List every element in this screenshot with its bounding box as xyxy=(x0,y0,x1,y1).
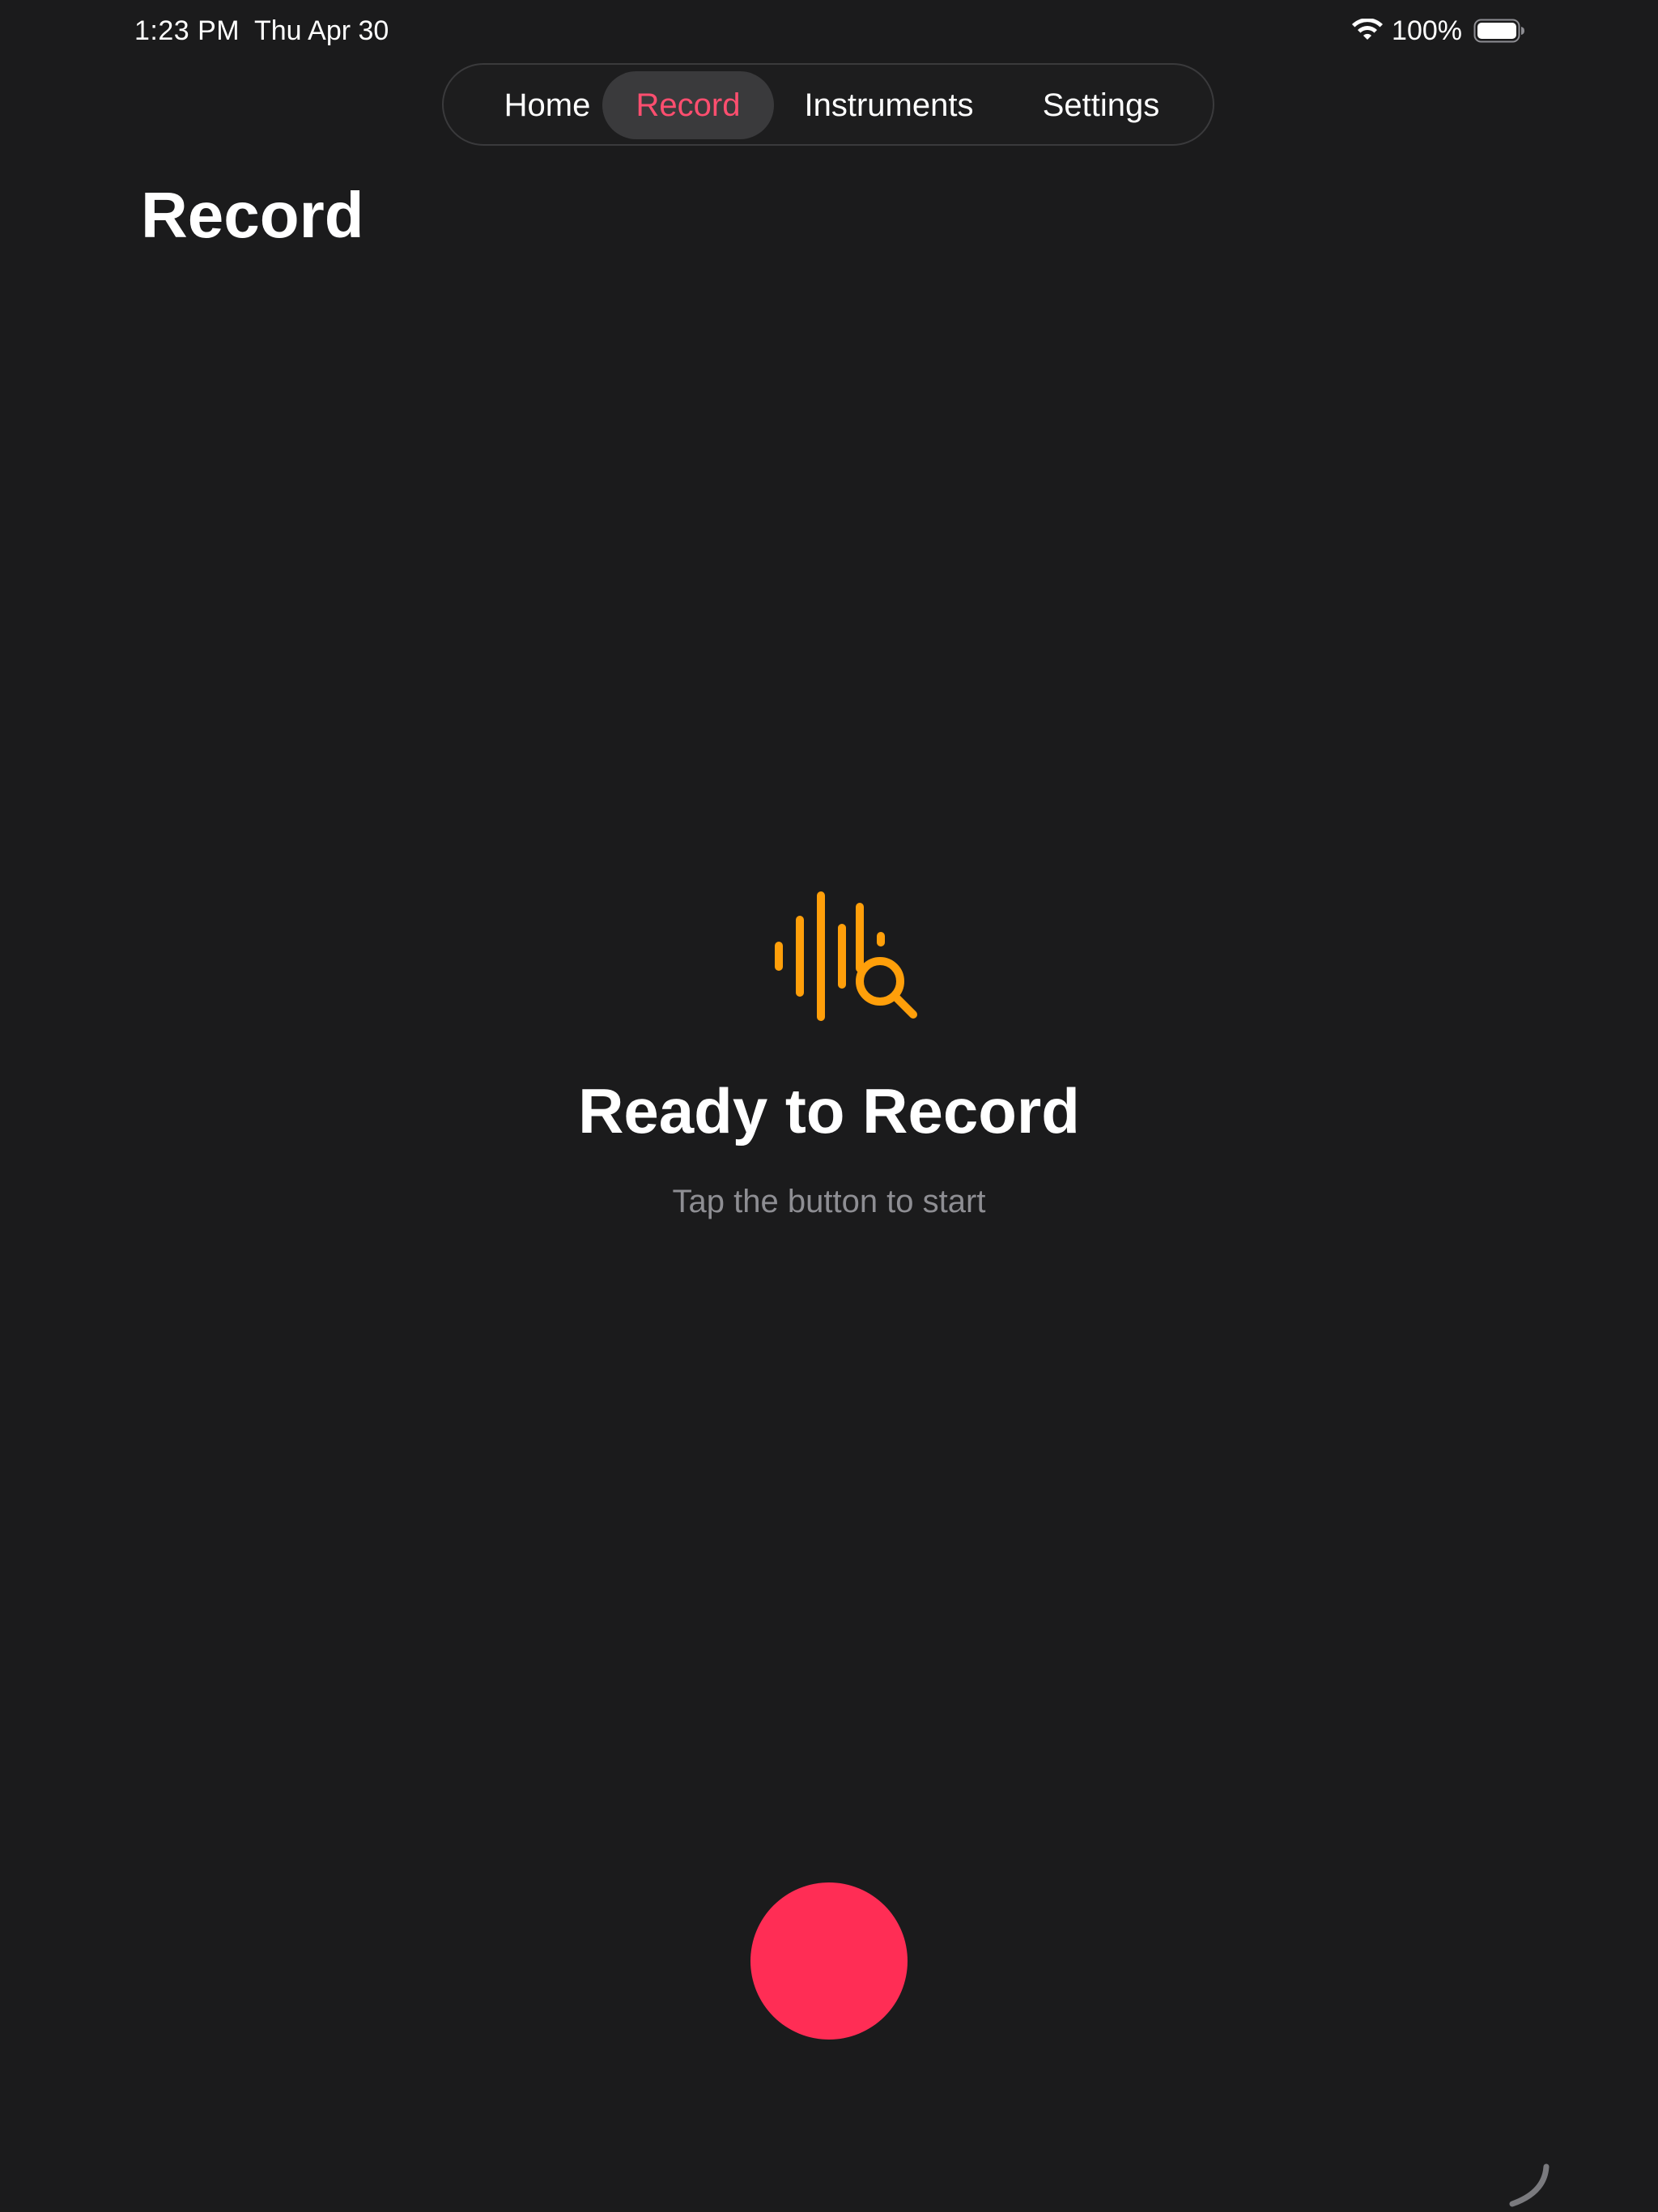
tab-record[interactable]: Record xyxy=(602,71,774,139)
resize-corner-icon xyxy=(1509,2163,1550,2207)
status-time: 1:23 PM xyxy=(134,15,240,46)
battery-icon xyxy=(1473,19,1524,43)
empty-state-title: Ready to Record xyxy=(578,1075,1080,1146)
record-button[interactable] xyxy=(750,1882,908,2040)
empty-state-subtitle: Tap the button to start xyxy=(672,1184,986,1219)
tab-settings[interactable]: Settings xyxy=(1005,71,1197,139)
page-title: Record xyxy=(141,179,364,251)
wifi-icon xyxy=(1352,19,1384,40)
status-right-group: 100% xyxy=(1351,13,1525,49)
battery-percentage: 100% xyxy=(1392,15,1462,46)
status-date: Thu Apr 30 xyxy=(254,15,389,46)
tab-bar: Home Record Instruments Settings xyxy=(442,63,1214,146)
waveform-magnifier-icon xyxy=(775,891,917,1021)
tab-instruments[interactable]: Instruments xyxy=(782,71,996,139)
